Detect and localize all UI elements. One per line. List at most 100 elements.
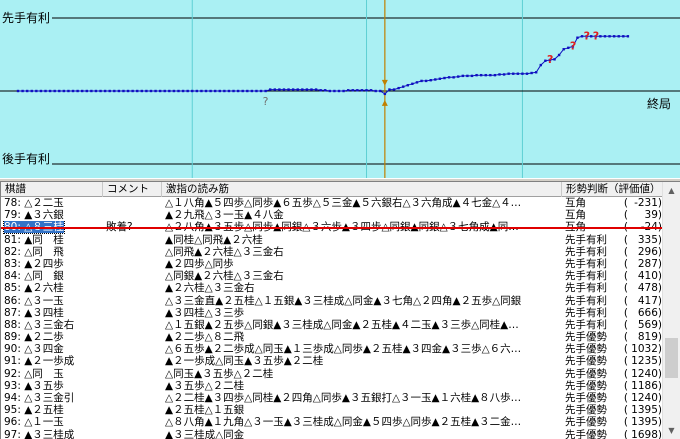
evaluation-point xyxy=(470,74,474,78)
evaluation-point xyxy=(310,88,313,91)
question-marker: ? xyxy=(570,39,576,52)
evaluation-point xyxy=(342,89,345,93)
row-comment xyxy=(103,355,162,367)
row-score: 1235) xyxy=(631,355,662,368)
evaluation-point xyxy=(502,73,506,76)
row-move: 93: ▲３五歩 xyxy=(1,380,103,392)
row-move: 90: △３四金 xyxy=(1,343,103,355)
evaluation-point xyxy=(191,89,194,93)
table-row[interactable]: 89: ▲２二歩 ▲２二歩△８二飛 先手優勢 (819) xyxy=(1,331,663,343)
evaluation-point xyxy=(168,89,171,93)
table-row[interactable]: 88: △３三金右 △１五銀▲２五歩△同銀▲３三桂成△同金▲２五桂▲４二玉▲３三歩… xyxy=(1,319,663,331)
table-row[interactable]: 78: △２二玉 △１八角▲５四歩△同歩▲６五歩△５三金▲５六銀右△３六角成▲４七… xyxy=(1,197,663,209)
evaluation-point xyxy=(269,88,272,91)
table-row[interactable]: 96: △１一玉 △８八角▲１九角△３一玉▲３三桂成△同金▲５四歩△同歩▲２五桂▲… xyxy=(1,416,663,428)
row-judgement: 先手有利 xyxy=(565,233,607,246)
row-paren: ( xyxy=(623,404,628,417)
row-reading-line: ▲同桂△同飛▲２六桂 xyxy=(165,233,263,246)
row-judgement: 先手優勢 xyxy=(565,343,607,356)
evaluation-point xyxy=(406,84,409,87)
evaluation-point xyxy=(195,89,199,93)
row-move: 82: △同 飛 xyxy=(1,246,103,258)
table-row[interactable]: 79: ▲３六銀 ▲２九飛△３一玉▲４八金 互角 (39) xyxy=(1,209,663,221)
row-reading-line: ▲２九飛△３一玉▲４八金 xyxy=(165,209,284,222)
header-comment[interactable]: コメント xyxy=(103,182,162,197)
evaluation-point xyxy=(200,89,203,93)
row-score: 296) xyxy=(637,245,662,258)
evaluation-point xyxy=(525,72,529,75)
table-row[interactable]: 85: ▲２六桂 ▲２六桂△３三金右 先手有利 (478) xyxy=(1,282,663,294)
row-judgement: 先手優勢 xyxy=(565,367,607,380)
evaluation-point xyxy=(557,53,561,57)
row-paren: ( xyxy=(623,270,628,283)
table-row[interactable]: 97: ▲３三桂成 ▲３三桂成△同金 先手優勢 (1698) xyxy=(1,429,663,439)
row-comment xyxy=(103,319,162,331)
scroll-down-icon[interactable]: ▼ xyxy=(663,422,680,439)
evaluation-point xyxy=(21,89,24,93)
evaluation-point xyxy=(576,36,579,39)
vertical-scrollbar[interactable]: ▲ ▼ xyxy=(662,182,680,439)
table-row[interactable]: 87: ▲３四桂 ▲３四桂△３三歩 先手有利 (666) xyxy=(1,307,663,319)
header-judgement[interactable]: 形勢判断（評価値） xyxy=(562,182,663,197)
evaluation-point xyxy=(333,89,336,93)
table-row[interactable]: 95: ▲２五桂 ▲２五桂△１五銀 先手優勢 (1395) xyxy=(1,404,663,416)
table-row[interactable]: 86: △３一玉 △３三金直▲２五桂△１五銀▲３三桂成△同金▲３七角△２四角▲２五… xyxy=(1,295,663,307)
scroll-up-icon[interactable]: ▲ xyxy=(663,182,680,199)
row-move-text: 78: △２二玉 xyxy=(4,197,64,209)
evaluation-point xyxy=(438,77,442,80)
row-move: 84: △同 銀 xyxy=(1,270,103,282)
table-row[interactable]: 92: △同 玉 △同玉▲３五歩△２二桂 先手優勢 (1240) xyxy=(1,368,663,380)
table-row[interactable]: 90: △３四金 △６五歩▲２二歩成△同玉▲１三歩成△同歩▲２五桂▲３四金▲３三歩… xyxy=(1,343,663,355)
row-move-text: 86: △３一玉 xyxy=(4,294,64,307)
evaluation-point xyxy=(85,89,88,93)
table-row[interactable]: 84: △同 銀 △同銀▲２六桂△３三金右 先手有利 (410) xyxy=(1,270,663,282)
row-move-text: 96: △１一玉 xyxy=(4,416,64,429)
row-comment xyxy=(103,380,162,392)
row-paren: ( xyxy=(623,379,628,392)
evaluation-graph-canvas[interactable]: ????? xyxy=(0,0,680,178)
header-kifu[interactable]: 棋譜 xyxy=(1,182,103,197)
evaluation-point xyxy=(379,89,382,93)
row-move-text: 87: ▲３四桂 xyxy=(4,306,64,319)
evaluation-point xyxy=(145,89,148,93)
row-reading-line: △同玉▲３五歩△２二桂 xyxy=(165,367,274,380)
evaluation-point xyxy=(360,89,364,92)
table-row[interactable]: 82: △同 飛 △同飛▲２六桂△３三金右 先手有利 (296) xyxy=(1,246,663,258)
row-judgement: 先手有利 xyxy=(565,294,607,307)
table-row[interactable]: 94: △３三金引 △２二桂▲３四歩△同桂▲２四角△同歩▲３五銀打△３一玉▲１六桂… xyxy=(1,392,663,404)
evaluation-point xyxy=(99,89,102,93)
evaluation-point xyxy=(296,88,299,91)
table-row[interactable]: 91: ▲２一歩成 ▲２一歩成△同玉▲３五歩▲２二桂 先手優勢 (1235) xyxy=(1,355,663,367)
evaluation-point xyxy=(236,89,240,93)
row-judgement: 先手優勢 xyxy=(565,416,607,429)
row-move-text: 88: △３三金右 xyxy=(4,318,75,331)
row-move-text: 85: ▲２六桂 xyxy=(4,282,64,295)
table-row[interactable]: 93: ▲３五歩 ▲３五歩△２二桂 先手優勢 (1186) xyxy=(1,380,663,392)
row-move: 78: △２二玉 xyxy=(1,197,103,209)
row-score: 287) xyxy=(637,257,662,270)
table-row[interactable]: 81: ▲同 桂 ▲同桂△同飛▲２六桂 先手有利 (335) xyxy=(1,234,663,246)
scrollbar-thumb[interactable] xyxy=(665,338,678,378)
evaluation-point xyxy=(126,89,130,93)
row-comment xyxy=(103,197,162,209)
row-judgement: 先手優勢 xyxy=(565,379,607,392)
row-judgement: 先手有利 xyxy=(565,245,607,258)
row-paren: ( xyxy=(623,343,628,356)
header-reading-line[interactable]: 激指の読み筋 xyxy=(162,182,562,197)
evaluation-point xyxy=(62,89,66,93)
row-move-text: 81: ▲同 桂 xyxy=(4,233,64,246)
row-comment xyxy=(103,343,162,355)
table-row[interactable]: 83: ▲２四歩 ▲２四歩△同歩 先手有利 (287) xyxy=(1,258,663,270)
evaluation-point xyxy=(420,79,423,83)
evaluation-point xyxy=(172,89,176,93)
move-list[interactable]: 棋譜 コメント 激指の読み筋 形勢判断（評価値） 78: △２二玉 △１八角▲５四… xyxy=(0,182,680,439)
evaluation-point xyxy=(227,89,231,93)
evaluation-point xyxy=(255,89,258,93)
row-move-text: 97: ▲３三桂成 xyxy=(4,428,75,439)
evaluation-point xyxy=(186,89,189,93)
evaluation-graph[interactable]: ????? 先手有利 後手有利 終局 xyxy=(0,0,680,178)
evaluation-point xyxy=(58,89,61,93)
row-reading-line: ▲２四歩△同歩 xyxy=(165,257,234,270)
evaluation-point xyxy=(534,71,538,74)
evaluation-point xyxy=(232,89,235,93)
